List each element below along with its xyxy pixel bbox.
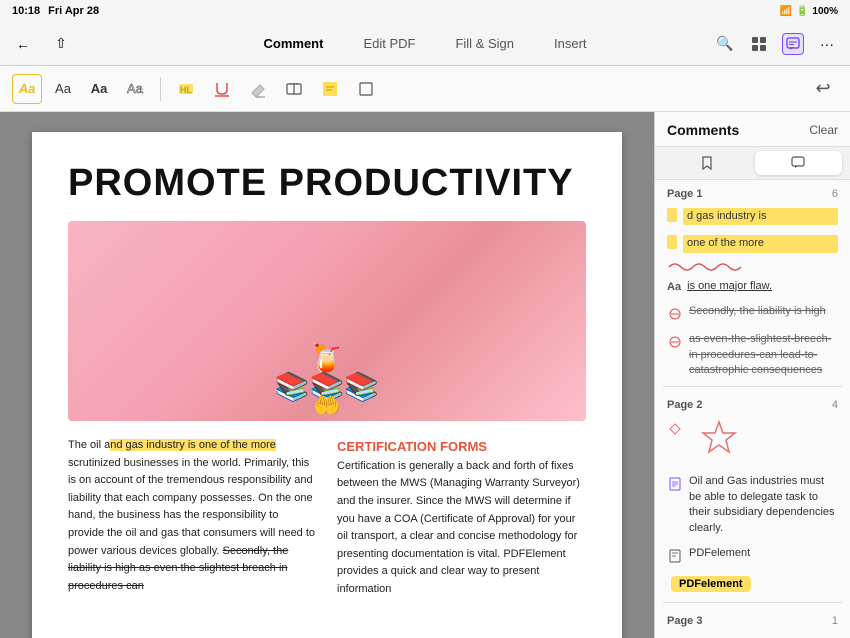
font-aa-bold[interactable]: Aa [84, 74, 114, 104]
strikethrough-1: Secondly, the liability is high as even … [68, 545, 288, 592]
page2-header: Page 2 4 [663, 391, 842, 415]
comment-note-item[interactable]: Oil and Gas industries must be able to d… [663, 470, 842, 540]
comment-shape-item[interactable] [663, 415, 842, 468]
comment-squiggle[interactable] [663, 259, 842, 273]
shape-comment-icon [667, 421, 683, 437]
tab-bar: Comment Edit PDF Fill & Sign Insert [243, 28, 606, 59]
comment-text: d gas industry is [683, 208, 838, 225]
toolbar: Aa Aa Aa Aa HL [0, 66, 850, 112]
comment-crossout-item[interactable]: as even-the-slightest-breech-in procedur… [663, 328, 842, 382]
comment-text: Secondly, the liability is high [689, 304, 838, 319]
font-aa-outline[interactable]: Aa [120, 74, 150, 104]
search-icon[interactable]: 🔍 [714, 33, 736, 55]
font-aa-normal[interactable]: Aa [48, 74, 78, 104]
font-aa-medium[interactable]: Aa [12, 74, 42, 104]
star-drawing [699, 419, 739, 464]
highlight-tool[interactable]: HL [171, 74, 201, 104]
back-icon[interactable]: ← [12, 33, 34, 55]
page3-header: Page 3 1 [663, 607, 842, 631]
main-content: PROMOTE PRODUCTIVITY 🍹 📚📚📚 🤲 The oil and… [0, 112, 850, 638]
divider [663, 386, 842, 387]
comment-item[interactable]: d gas industry is [663, 204, 842, 229]
page2-count: 4 [832, 399, 838, 411]
share-icon[interactable]: ⇧ [50, 33, 72, 55]
more-icon[interactable]: ··· [816, 33, 838, 55]
pdf-title: PROMOTE PRODUCTIVITY [68, 162, 586, 205]
grid-icon[interactable] [748, 33, 770, 55]
text-box-tool[interactable] [279, 74, 309, 104]
highlight-icon [667, 208, 677, 222]
comment-text: as even-the-slightest-breech-in procedur… [689, 332, 838, 378]
strikethrough-icon [667, 306, 683, 322]
pdf-cert-text: Certification is generally a back and fo… [337, 460, 580, 595]
status-bar: 10:18 Fri Apr 28 📶 🔋 100% [0, 0, 850, 22]
illustration: 🍹 📚📚📚 🤲 [275, 345, 380, 421]
erase-tool[interactable] [243, 74, 273, 104]
page1-header: Page 1 6 [663, 180, 842, 204]
page3-label: Page 3 [667, 615, 702, 627]
pdf-body: The oil and gas industry is one of the m… [68, 437, 586, 601]
comments-body[interactable]: Page 1 6 d gas industry is one of the mo… [655, 180, 850, 638]
highlight-1: nd gas industry is one of the more [110, 439, 276, 451]
wifi-icon: 📶 [780, 6, 792, 17]
tab-fill-sign[interactable]: Fill & Sign [435, 28, 534, 59]
tab-edit-pdf[interactable]: Edit PDF [343, 28, 435, 59]
pdf-subheading: CERTIFICATION FORMS [337, 439, 487, 454]
status-time: 10:18 [12, 5, 40, 17]
comments-panel: Comments Clear Page 1 6 [654, 112, 850, 638]
title-bar-actions: 🔍 ··· [714, 33, 838, 55]
comments-clear-button[interactable]: Clear [809, 123, 838, 137]
tab-insert[interactable]: Insert [534, 28, 607, 59]
underline-tool[interactable] [207, 74, 237, 104]
crossout-icon [667, 334, 683, 350]
page3-count: 1 [832, 615, 838, 627]
pdfelem-badge: PDFelement [671, 576, 751, 592]
comment-text: Oil and Gas industries must be able to d… [689, 474, 838, 536]
comments-panel-icon[interactable] [782, 33, 804, 55]
svg-text:HL: HL [180, 85, 192, 95]
toolbar-divider-1 [160, 77, 161, 101]
comment-page3-shape[interactable] [663, 631, 842, 638]
comment-text: one of the more [683, 235, 838, 252]
tab-speech[interactable] [755, 151, 843, 175]
comments-title: Comments [667, 122, 739, 138]
title-bar-nav: ← ⇧ [0, 33, 120, 55]
divider [663, 602, 842, 603]
battery-icon: 🔋 [796, 6, 808, 17]
shape-tool[interactable] [351, 74, 381, 104]
page1-count: 6 [832, 188, 838, 200]
pdf-page: PROMOTE PRODUCTIVITY 🍹 📚📚📚 🤲 The oil and… [32, 132, 622, 638]
tab-comment[interactable]: Comment [243, 28, 343, 59]
comments-tabs [655, 147, 850, 180]
note-icon [667, 476, 683, 492]
aa-icon: Aa [667, 281, 681, 293]
pdf-image: 🍹 📚📚📚 🤲 [68, 221, 586, 421]
comments-header: Comments Clear [655, 112, 850, 147]
undo-button[interactable]: ↩ [808, 74, 838, 104]
pdf-viewer[interactable]: PROMOTE PRODUCTIVITY 🍹 📚📚📚 🤲 The oil and… [0, 112, 654, 638]
comment-text: PDFelement [689, 546, 838, 561]
comment-item[interactable]: one of the more [663, 231, 842, 256]
sticky-note-tool[interactable] [315, 74, 345, 104]
tab-bookmark[interactable] [663, 151, 751, 175]
highlight-icon [667, 235, 677, 249]
page2-label: Page 2 [667, 399, 702, 411]
comment-aa-item[interactable]: Aa is one major flaw. [663, 275, 842, 298]
comment-text: is one major flaw. [687, 279, 838, 294]
title-bar: ← ⇧ Comment Edit PDF Fill & Sign Insert … [0, 22, 850, 66]
status-day: Fri Apr 28 [48, 5, 99, 17]
page1-label: Page 1 [667, 188, 702, 200]
comment-strikethrough-item[interactable]: Secondly, the liability is high [663, 300, 842, 326]
pdfelem-icon [667, 548, 683, 564]
comment-pdfelem-label[interactable]: PDFelement [663, 542, 842, 568]
comment-pdfelem-badge[interactable]: PDFelement [663, 570, 842, 598]
status-right: 📶 🔋 100% [780, 6, 838, 17]
battery-label: 100% [812, 6, 838, 17]
